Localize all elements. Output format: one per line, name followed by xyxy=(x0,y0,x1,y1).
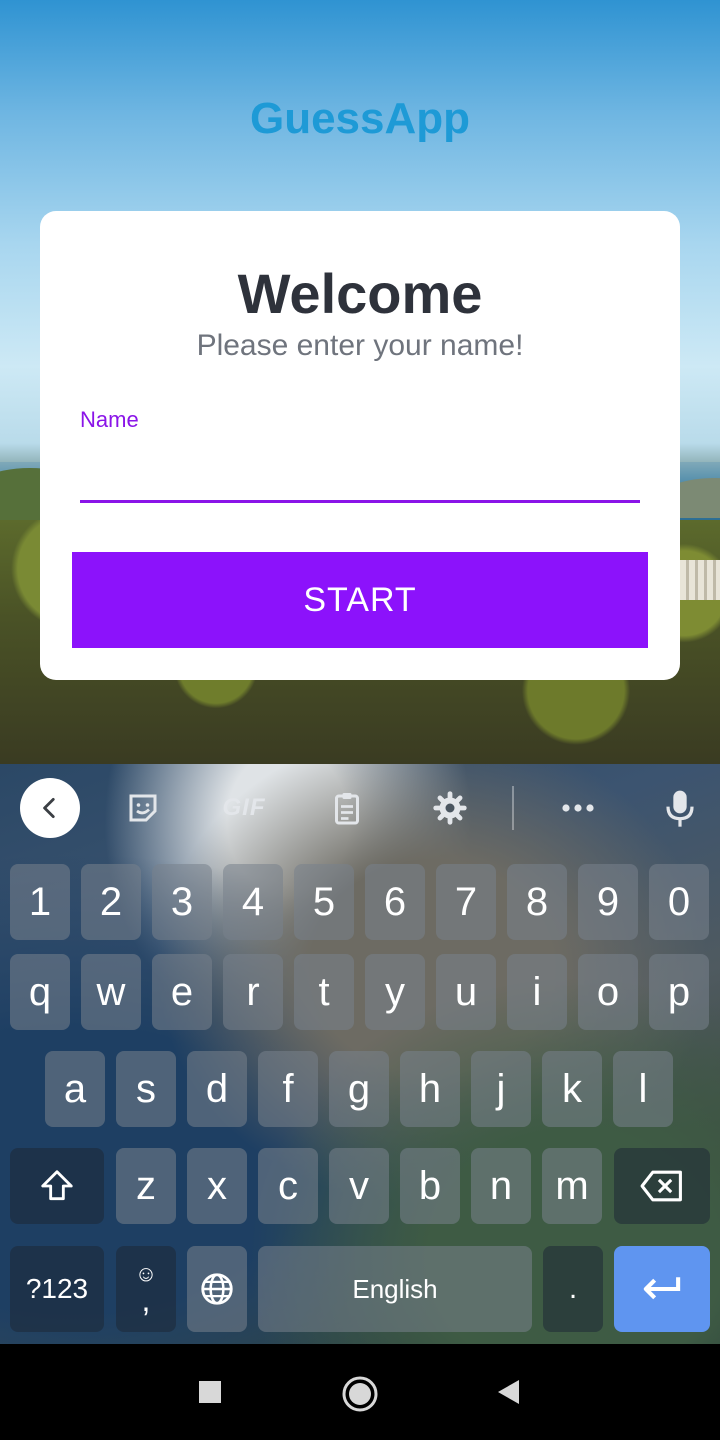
key-0[interactable]: 0 xyxy=(649,864,709,940)
key-h[interactable]: h xyxy=(400,1051,460,1127)
shift-icon xyxy=(41,1170,73,1201)
key-p[interactable]: p xyxy=(649,954,709,1030)
sticker-icon[interactable] xyxy=(118,778,168,838)
gif-icon[interactable]: GIF xyxy=(214,778,274,838)
app-screen: GuessApp Welcome Please enter your name!… xyxy=(0,0,720,764)
chevron-left-icon[interactable] xyxy=(20,778,80,838)
key-6[interactable]: 6 xyxy=(365,864,425,940)
system-nav-bar xyxy=(0,1344,720,1440)
key-f[interactable]: f xyxy=(258,1051,318,1127)
recents-icon[interactable] xyxy=(190,1372,230,1412)
key-x[interactable]: x xyxy=(187,1148,247,1224)
key-c[interactable]: c xyxy=(258,1148,318,1224)
more-icon[interactable] xyxy=(552,778,604,838)
language-key[interactable] xyxy=(187,1246,247,1332)
welcome-card: Welcome Please enter your name! Name STA… xyxy=(40,211,680,680)
key-g[interactable]: g xyxy=(329,1051,389,1127)
key-d[interactable]: d xyxy=(187,1051,247,1127)
key-q[interactable]: q xyxy=(10,954,70,1030)
period-key[interactable]: . xyxy=(543,1246,603,1332)
key-y[interactable]: y xyxy=(365,954,425,1030)
welcome-subtitle: Please enter your name! xyxy=(196,329,524,362)
key-e[interactable]: e xyxy=(152,954,212,1030)
globe-icon xyxy=(201,1273,233,1305)
clipboard-icon[interactable] xyxy=(322,778,372,838)
home-icon[interactable] xyxy=(338,1372,382,1416)
key-i[interactable]: i xyxy=(507,954,567,1030)
symbols-key[interactable]: ?123 xyxy=(10,1246,104,1332)
back-icon[interactable] xyxy=(488,1372,528,1412)
key-r[interactable]: r xyxy=(223,954,283,1030)
soft-keyboard: GIF 1 2 3 4 5 6 7 8 9 0 q w e r t y u i … xyxy=(0,764,720,1344)
backspace-key[interactable] xyxy=(614,1148,710,1224)
key-8[interactable]: 8 xyxy=(507,864,567,940)
name-input[interactable] xyxy=(80,443,640,503)
key-u[interactable]: u xyxy=(436,954,496,1030)
key-m[interactable]: m xyxy=(542,1148,602,1224)
comma-key[interactable]: ☺ , xyxy=(116,1246,176,1332)
key-v[interactable]: v xyxy=(329,1148,389,1224)
key-t[interactable]: t xyxy=(294,954,354,1030)
key-2[interactable]: 2 xyxy=(81,864,141,940)
key-j[interactable]: j xyxy=(471,1051,531,1127)
key-9[interactable]: 9 xyxy=(578,864,638,940)
key-1[interactable]: 1 xyxy=(10,864,70,940)
enter-key[interactable] xyxy=(614,1246,710,1332)
key-b[interactable]: b xyxy=(400,1148,460,1224)
start-button[interactable]: START xyxy=(72,552,648,648)
space-key[interactable]: English xyxy=(258,1246,532,1332)
key-7[interactable]: 7 xyxy=(436,864,496,940)
key-o[interactable]: o xyxy=(578,954,638,1030)
key-l[interactable]: l xyxy=(613,1051,673,1127)
key-w[interactable]: w xyxy=(81,954,141,1030)
backspace-icon xyxy=(640,1170,682,1202)
key-4[interactable]: 4 xyxy=(223,864,283,940)
key-n[interactable]: n xyxy=(471,1148,531,1224)
key-5[interactable]: 5 xyxy=(294,864,354,940)
key-z[interactable]: z xyxy=(116,1148,176,1224)
background-buildings xyxy=(680,560,720,600)
toolbar-divider xyxy=(512,786,514,830)
app-title: GuessApp xyxy=(249,94,471,143)
key-3[interactable]: 3 xyxy=(152,864,212,940)
name-field-label: Name xyxy=(80,407,139,432)
key-k[interactable]: k xyxy=(542,1051,602,1127)
comma-label: , xyxy=(141,1282,151,1318)
key-a[interactable]: a xyxy=(45,1051,105,1127)
keyboard-toolbar: GIF xyxy=(0,764,720,852)
welcome-title: Welcome xyxy=(237,262,483,325)
enter-icon xyxy=(643,1277,681,1300)
key-s[interactable]: s xyxy=(116,1051,176,1127)
gear-icon[interactable] xyxy=(424,778,476,838)
shift-key[interactable] xyxy=(10,1148,104,1224)
microphone-icon[interactable] xyxy=(654,778,706,838)
